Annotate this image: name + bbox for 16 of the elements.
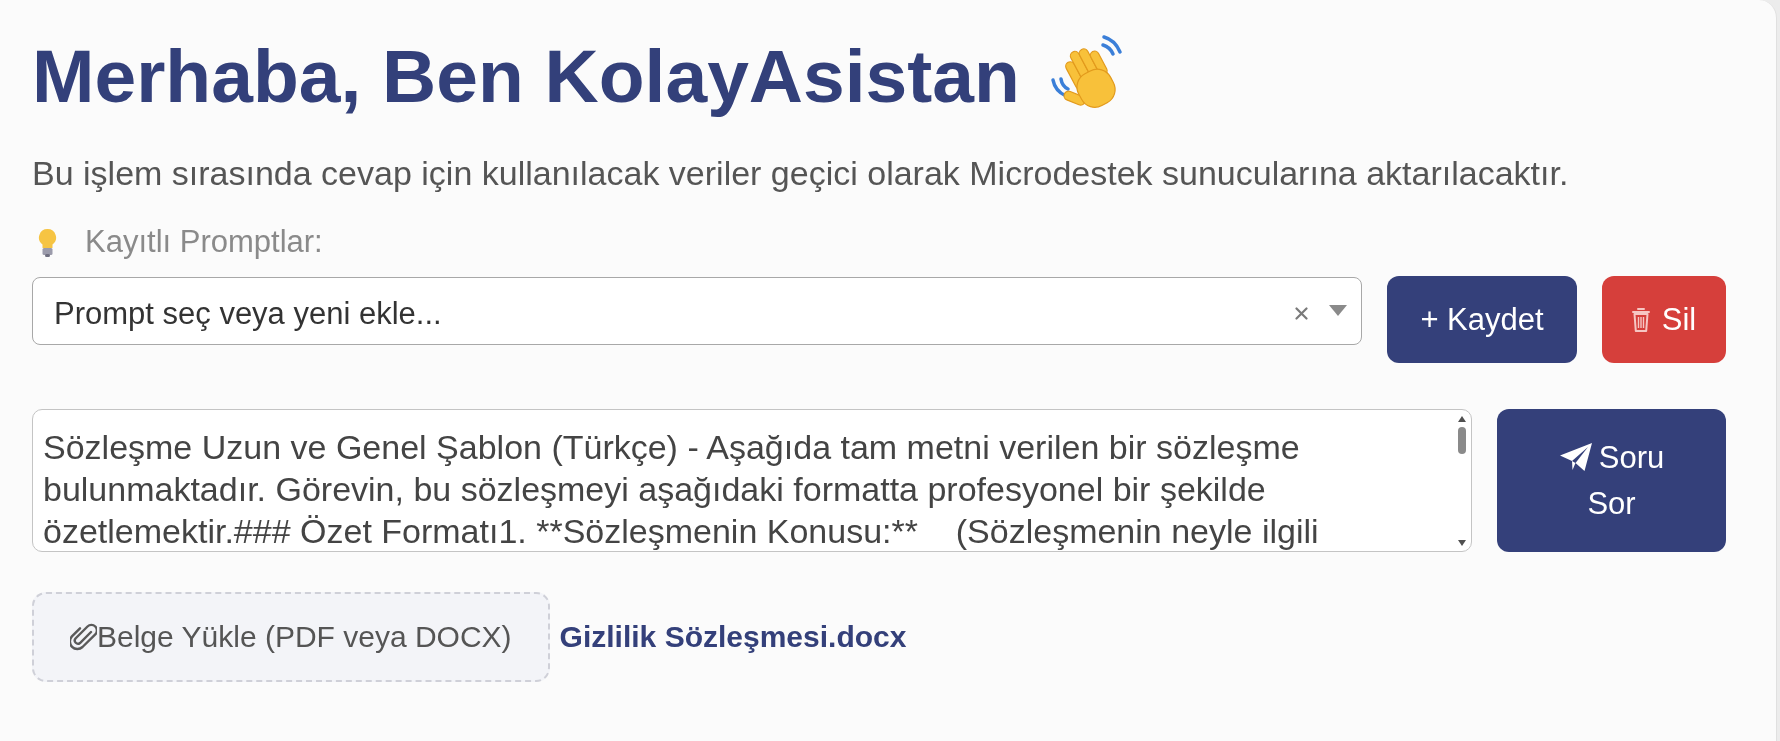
- dropdown-caret-icon[interactable]: [1329, 305, 1347, 316]
- privacy-notice: Bu işlem sırasında cevap için kullanılacak veriler geçici olarak Microdestek sunucularına aktarılacaktır.: [32, 153, 1570, 194]
- clear-icon[interactable]: [1295, 307, 1308, 320]
- prompt-select[interactable]: Prompt seç veya yeni ekle...: [32, 277, 1362, 345]
- page-title: Merhaba, Ben KolayAsistan: [32, 33, 1020, 119]
- send-icon: [1558, 441, 1593, 472]
- uploaded-file-name: Gizlilik Sözleşmesi.docx: [559, 620, 907, 654]
- paperclip-icon: [70, 623, 97, 651]
- ask-button[interactable]: Soru Sor: [1497, 409, 1726, 552]
- upload-document-button[interactable]: Belge Yükle (PDF veya DOCX): [32, 592, 550, 682]
- save-button[interactable]: + Kaydet: [1387, 276, 1577, 363]
- trash-icon: [1631, 306, 1650, 333]
- saved-prompts-label: Kayıtlı Promptlar:: [85, 223, 323, 261]
- delete-button[interactable]: Sil: [1602, 276, 1726, 363]
- light-bulb-icon: [38, 227, 57, 257]
- question-text-field[interactable]: Sözleşme Uzun ve Genel Şablon (Türkçe) - Aşağıda tam metni verilen bir sözleşme bulunmaktadır. Görevin, bu sözleşmeyi aşağıdaki formatta profesyonel bir şekilde özetlemektir.### Özet Formatı1. **Sözleşmenin Konusu:** (Sözleşmenin neyle ilgili: [32, 409, 1472, 552]
